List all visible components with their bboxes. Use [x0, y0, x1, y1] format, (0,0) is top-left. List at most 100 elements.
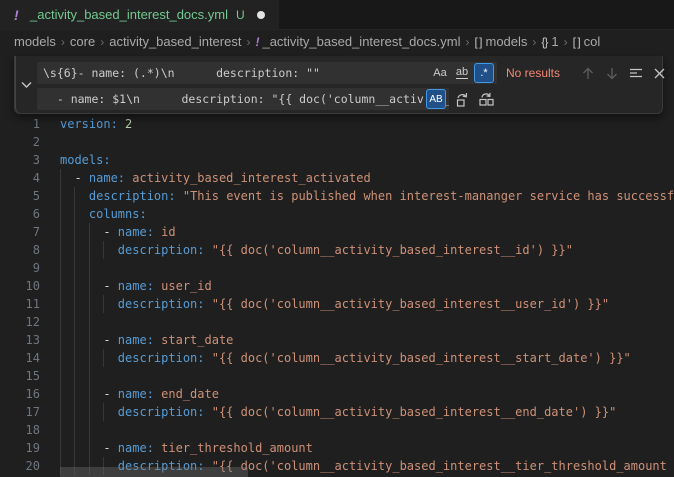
regex-toggle[interactable]: .* — [474, 63, 494, 83]
breadcrumb-label: _activity_based_interest_docs.yml — [262, 34, 460, 49]
code-line[interactable]: 4 - name: activity_based_interest_activa… — [0, 169, 674, 187]
yaml-file-icon: ! — [14, 7, 24, 23]
breadcrumb: models › core › activity_based_interest ›! _ac… — [0, 30, 674, 53]
code-text: - name: activity_based_interest_activate… — [60, 169, 371, 187]
breadcrumb-item[interactable]: ! _activity_based_interest_docs.yml — [255, 34, 460, 49]
symbol-array-icon: [ ] — [474, 35, 481, 49]
find-input[interactable]: \s{6}- name: (.*)\n description: "" Aa a… — [37, 62, 497, 84]
code-text: description: "{{ doc('column__activity_b… — [60, 241, 573, 259]
breadcrumb-separator-icon: › — [564, 35, 568, 49]
replace-input[interactable]: - name: $1\n description: "{{ doc('colum… — [37, 88, 449, 110]
code-text: description: "This event is published wh… — [60, 187, 674, 205]
breadcrumb-item[interactable]: activity_based_interest — [109, 34, 241, 49]
line-number: 19 — [0, 439, 40, 457]
indent-guide — [74, 421, 75, 439]
find-in-selection-icon — [629, 67, 643, 79]
tab-title: _activity_based_interest_docs.yml — [30, 7, 228, 22]
code-line[interactable]: 19 - name: tier_threshold_amount — [0, 439, 674, 457]
tab-bar: ! _activity_based_interest_docs.yml U — [0, 0, 674, 30]
breadcrumb-item[interactable]: {} 1 — [541, 34, 558, 49]
code-line[interactable]: 7 - name: id — [0, 223, 674, 241]
indent-guide — [60, 367, 61, 385]
find-in-selection-button[interactable] — [625, 63, 646, 84]
vscode-window: ! _activity_based_interest_docs.yml U mo… — [0, 0, 674, 477]
breadcrumb-item[interactable]: [ ]col — [573, 34, 601, 49]
arrow-up-icon — [582, 67, 594, 80]
line-number: 7 — [0, 223, 40, 241]
breadcrumb-separator-icon: › — [465, 35, 469, 49]
code-line[interactable]: 14 description: "{{ doc('column__activit… — [0, 349, 674, 367]
toggle-replace-button[interactable] — [15, 56, 37, 113]
code-lines: 1version: 223models:4 - name: activity_b… — [0, 115, 674, 475]
whole-word-toggle[interactable]: ab — [452, 63, 472, 83]
breadcrumb-label: models — [14, 34, 56, 49]
code-line[interactable]: 8 description: "{{ doc('column__activity… — [0, 241, 674, 259]
find-results-count: No results — [506, 66, 574, 80]
chevron-down-icon — [21, 81, 32, 89]
indent-guide — [60, 421, 61, 439]
code-line[interactable]: 12 — [0, 313, 674, 331]
breadcrumb-label: activity_based_interest — [109, 34, 241, 49]
code-line[interactable]: 1version: 2 — [0, 115, 674, 133]
breadcrumb-item[interactable]: core — [70, 34, 95, 49]
file-warning-icon: ! — [255, 35, 258, 49]
code-line[interactable]: 6 columns: — [0, 205, 674, 223]
code-editor[interactable]: \s{6}- name: (.*)\n description: "" Aa a… — [0, 54, 674, 477]
next-match-button[interactable] — [601, 63, 622, 84]
replace-button[interactable] — [452, 89, 473, 110]
code-line[interactable]: 18 — [0, 421, 674, 439]
line-number: 16 — [0, 385, 40, 403]
indent-guide — [60, 259, 61, 277]
code-line[interactable]: 3models: — [0, 151, 674, 169]
line-number: 4 — [0, 169, 40, 187]
line-number: 3 — [0, 151, 40, 169]
code-text: - name: id — [60, 223, 176, 241]
line-number: 2 — [0, 133, 40, 151]
code-text: - name: start_date — [60, 331, 233, 349]
breadcrumb-separator-icon: › — [61, 35, 65, 49]
breadcrumb-label: 1 — [551, 34, 558, 49]
code-line[interactable]: 9 — [0, 259, 674, 277]
line-number: 11 — [0, 295, 40, 313]
git-untracked-badge: U — [236, 8, 245, 22]
preserve-case-toggle[interactable]: AB — [426, 89, 446, 109]
symbol-object-icon: {} — [541, 35, 547, 49]
indent-guide — [74, 259, 75, 277]
line-number: 8 — [0, 241, 40, 259]
line-number: 9 — [0, 259, 40, 277]
indent-guide — [74, 313, 75, 331]
find-query-text: \s{6}- name: (.*)\n description: "" — [43, 62, 320, 84]
code-text: description: "{{ doc('column__activity_b… — [60, 349, 631, 367]
breadcrumb-item[interactable]: [ ] models — [474, 34, 527, 49]
code-line[interactable]: 16 - name: end_date — [0, 385, 674, 403]
replace-icon — [455, 92, 471, 107]
code-text: - name: tier_threshold_amount — [60, 439, 313, 457]
replace-all-icon — [478, 92, 495, 107]
symbol-array-icon: [ ] — [573, 35, 580, 49]
breadcrumb-label: models — [485, 34, 527, 49]
code-line[interactable]: 15 — [0, 367, 674, 385]
previous-match-button[interactable] — [577, 63, 598, 84]
code-line[interactable]: 5 description: "This event is published … — [0, 187, 674, 205]
code-text: - name: user_id — [60, 277, 212, 295]
tab-activity-based-interest-docs[interactable]: ! _activity_based_interest_docs.yml U — [0, 0, 279, 29]
close-find-button[interactable] — [649, 63, 670, 84]
code-line[interactable]: 11 description: "{{ doc('column__activit… — [0, 295, 674, 313]
line-number: 15 — [0, 367, 40, 385]
indent-guide — [89, 421, 90, 439]
indent-guide — [60, 313, 61, 331]
arrow-down-icon — [606, 67, 618, 80]
breadcrumb-item[interactable]: models — [14, 34, 56, 49]
line-number: 20 — [0, 457, 40, 475]
unsaved-changes-dot-icon[interactable] — [257, 11, 265, 19]
code-line[interactable]: 13 - name: start_date — [0, 331, 674, 349]
line-number: 6 — [0, 205, 40, 223]
code-line[interactable]: 17 description: "{{ doc('column__activit… — [0, 403, 674, 421]
code-line[interactable]: 10 - name: user_id — [0, 277, 674, 295]
match-case-toggle[interactable]: Aa — [430, 63, 450, 83]
line-number: 1 — [0, 115, 40, 133]
code-line[interactable]: 2 — [0, 133, 674, 151]
code-text: description: "{{ doc('column__activity_b… — [60, 295, 609, 313]
replace-all-button[interactable] — [476, 89, 497, 110]
horizontal-scrollbar[interactable] — [60, 467, 248, 477]
